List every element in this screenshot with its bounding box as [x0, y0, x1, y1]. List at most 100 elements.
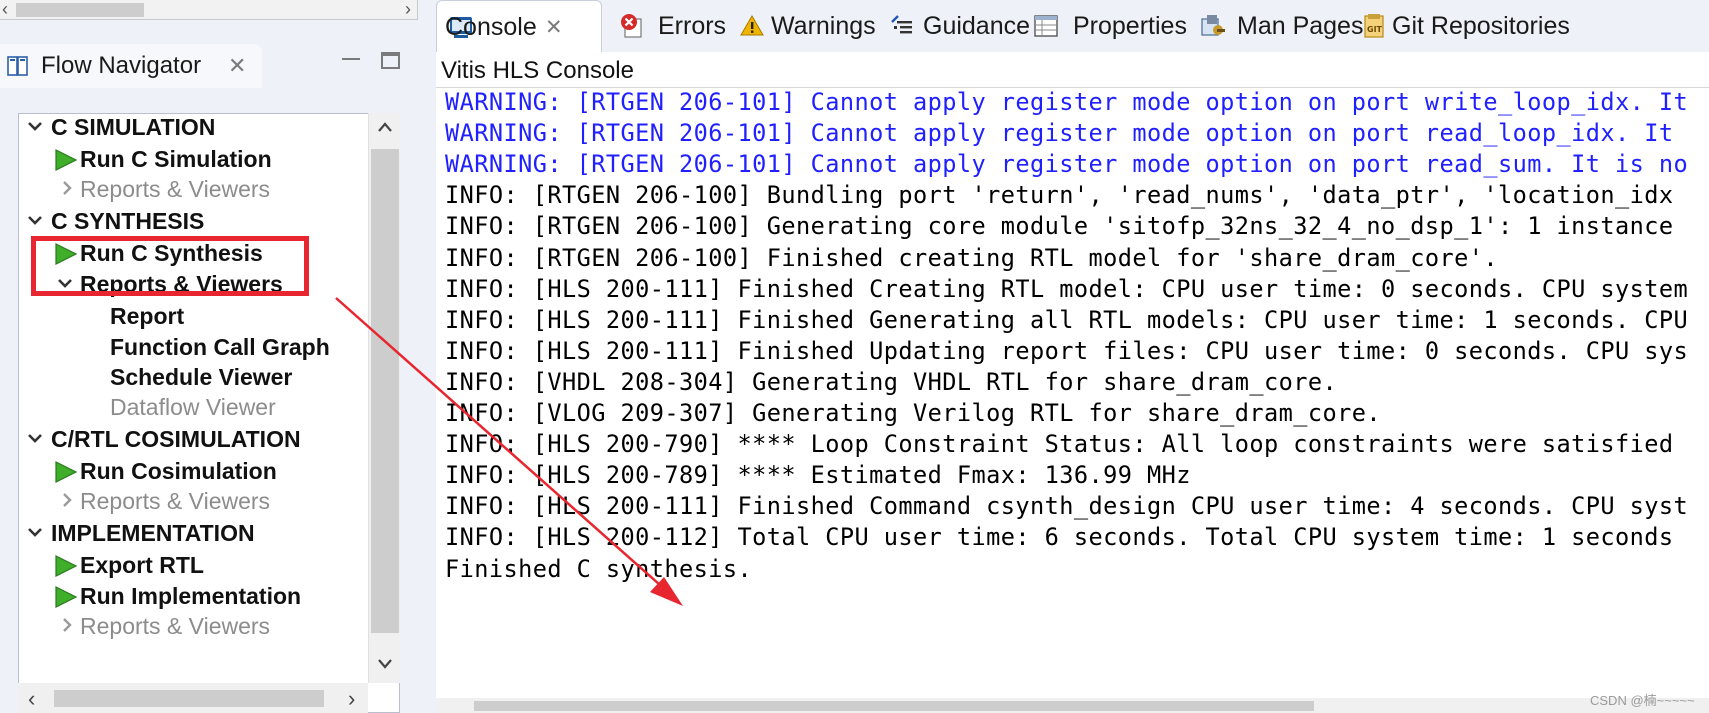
tree-item-implementation[interactable]: IMPLEMENTATION [19, 518, 369, 550]
console-output[interactable]: WARNING: [RTGEN 206-101] Cannot apply re… [436, 88, 1709, 698]
tree-item-run-c-simulation[interactable]: Run C Simulation [19, 144, 369, 176]
tab-label: Warnings [771, 12, 876, 40]
flow-navigator-title: Flow Navigator [41, 52, 202, 79]
tree-item-label: Run C Simulation [80, 146, 272, 172]
console-info-line: INFO: [HLS 200-111] Finished Creating RT… [445, 274, 1689, 303]
scroll-left-icon[interactable]: ‹ [28, 686, 35, 712]
console-horizontal-scrollbar[interactable] [436, 698, 1709, 713]
close-icon[interactable]: ✕ [545, 15, 563, 40]
console-info-line: INFO: [HLS 200-111] Finished Generating … [445, 305, 1689, 334]
run-play-icon [55, 461, 78, 483]
chevron-down-icon[interactable] [377, 658, 393, 670]
tab-git-repositories[interactable]: GIT Git Repositories [1355, 0, 1585, 52]
console-info-line: INFO: [RTGEN 206-100] Bundling port 'ret… [445, 181, 1674, 210]
errors-icon [621, 14, 642, 38]
minimize-icon[interactable] [342, 50, 360, 60]
chevron-down-icon[interactable] [27, 524, 43, 540]
left-panel: ‹ › Flow Navigator ✕ C SIMULATION Run C S… [0, 0, 428, 713]
console-warning-line: WARNING: [RTGEN 206-101] Cannot apply re… [445, 119, 1674, 148]
man-pages-icon [1201, 15, 1225, 36]
properties-icon [1034, 15, 1058, 37]
tree-item-c-sim-reports[interactable]: Reports & Viewers [19, 174, 369, 206]
close-icon[interactable]: ✕ [228, 53, 246, 79]
tree-item-label: Function Call Graph [110, 334, 330, 360]
scrollbar-thumb[interactable] [16, 3, 144, 17]
chevron-down-icon[interactable] [27, 212, 43, 228]
tab-errors[interactable]: Errors [613, 0, 733, 52]
git-repositories-icon: GIT [1364, 14, 1384, 38]
tab-label: Console [445, 13, 537, 41]
console-info-line: INFO: [HLS 200-790] **** Loop Constraint… [445, 430, 1674, 459]
scrollbar-thumb[interactable] [371, 149, 399, 633]
tree-item-label: C/RTL COSIMULATION [51, 426, 301, 452]
tab-warnings[interactable]: Warnings [733, 0, 877, 52]
tree-item-function-call-graph[interactable]: Function Call Graph [19, 332, 369, 364]
scrollbar-thumb[interactable] [54, 690, 324, 707]
console-warning-line: WARNING: [RTGEN 206-101] Cannot apply re… [445, 88, 1689, 116]
tree-vertical-scrollbar[interactable] [368, 113, 400, 683]
tree-item-c-synthesis[interactable]: C SYNTHESIS [19, 206, 369, 238]
chevron-right-icon[interactable] [59, 617, 75, 633]
tab-man-pages[interactable]: Man Pages [1189, 0, 1363, 52]
annotation-highlight-box [31, 236, 309, 296]
svg-text:GIT: GIT [1367, 25, 1383, 34]
flow-navigator-tab[interactable]: Flow Navigator ✕ [0, 44, 262, 88]
tree-item-impl-reports[interactable]: Reports & Viewers [19, 611, 369, 643]
watermark: CSDN @楠~~~~~ [1590, 693, 1695, 708]
tab-properties[interactable]: Properties [1027, 0, 1189, 52]
flow-navigator-header: Flow Navigator ✕ [0, 44, 428, 88]
scroll-left-icon[interactable]: ‹ [2, 0, 8, 18]
console-info-line: INFO: [VLOG 209-307] Generating Verilog … [445, 399, 1381, 427]
tree-item-cosim-reports[interactable]: Reports & Viewers [19, 486, 369, 518]
console-info-line: INFO: [RTGEN 206-100] Generating core mo… [445, 212, 1674, 241]
scrollbar-thumb[interactable] [474, 701, 1314, 711]
guidance-icon [891, 15, 912, 34]
tree-item-dataflow-viewer[interactable]: Dataflow Viewer [19, 392, 369, 424]
tree-item-label: Dataflow Viewer [110, 394, 276, 420]
scroll-right-icon[interactable]: › [405, 0, 411, 18]
tab-console[interactable]: Console ✕ [436, 0, 602, 52]
tab-label: Guidance [923, 12, 1031, 40]
tree-item-label: Reports & Viewers [80, 613, 271, 639]
tree-item-label: C SYNTHESIS [51, 208, 205, 234]
tab-label: Git Repositories [1392, 12, 1570, 40]
console-header: Vitis HLS Console [436, 52, 1709, 88]
tree-item-run-cosimulation[interactable]: Run Cosimulation [19, 456, 369, 488]
tree-item-label: C SIMULATION [51, 114, 216, 140]
console-info-line: INFO: [HLS 200-111] Finished Command csy… [445, 492, 1689, 521]
console-info-line: INFO: [VHDL 208-304] Generating VHDL RTL… [445, 367, 1338, 396]
tree-item-label: IMPLEMENTATION [51, 520, 255, 546]
tree-item-label: Reports & Viewers [80, 488, 271, 514]
maximize-icon[interactable] [381, 52, 400, 69]
console-info-line: INFO: [HLS 200-789] **** Estimated Fmax:… [445, 461, 1191, 490]
console-info-line: INFO: [HLS 200-112] Total CPU user time:… [445, 523, 1674, 552]
tree-horizontal-scrollbar[interactable]: ‹ › [18, 683, 368, 713]
console-info-line: Finished C synthesis. [445, 554, 753, 583]
tab-guidance[interactable]: Guidance [877, 0, 1031, 52]
tree-item-run-implementation[interactable]: Run Implementation [19, 581, 369, 613]
chevron-right-icon[interactable] [59, 492, 75, 508]
console-warning-line: WARNING: [RTGEN 206-101] Cannot apply re… [445, 150, 1689, 179]
tree-item-label: Run Implementation [80, 583, 302, 609]
chevron-down-icon[interactable] [27, 118, 43, 134]
book-icon [7, 56, 28, 76]
tree-item-cosimulation[interactable]: C/RTL COSIMULATION [19, 424, 369, 456]
run-play-icon [55, 149, 78, 171]
tree-item-label: Run Cosimulation [80, 458, 277, 484]
panel-divider[interactable] [428, 0, 436, 713]
chevron-right-icon[interactable] [59, 180, 75, 196]
tree-item-report[interactable]: Report [19, 301, 369, 333]
tree-item-export-rtl[interactable]: Export RTL [19, 550, 369, 582]
run-play-icon [55, 586, 78, 608]
flow-navigator-tree: C SIMULATION Run C Simulation Reports & Vi… [18, 113, 400, 713]
tree-item-label: Report [110, 303, 185, 329]
tree-item-c-simulation[interactable]: C SIMULATION [19, 114, 369, 144]
scroll-right-icon[interactable]: › [348, 686, 355, 712]
run-play-icon [55, 555, 78, 577]
tree-item-label: Reports & Viewers [80, 176, 271, 202]
chevron-down-icon[interactable] [27, 430, 43, 446]
chevron-up-icon[interactable] [377, 121, 393, 133]
top-horizontal-scrollbar[interactable]: ‹ › [0, 0, 418, 20]
tab-label: Errors [658, 12, 727, 40]
tree-item-schedule-viewer[interactable]: Schedule Viewer [19, 362, 369, 394]
